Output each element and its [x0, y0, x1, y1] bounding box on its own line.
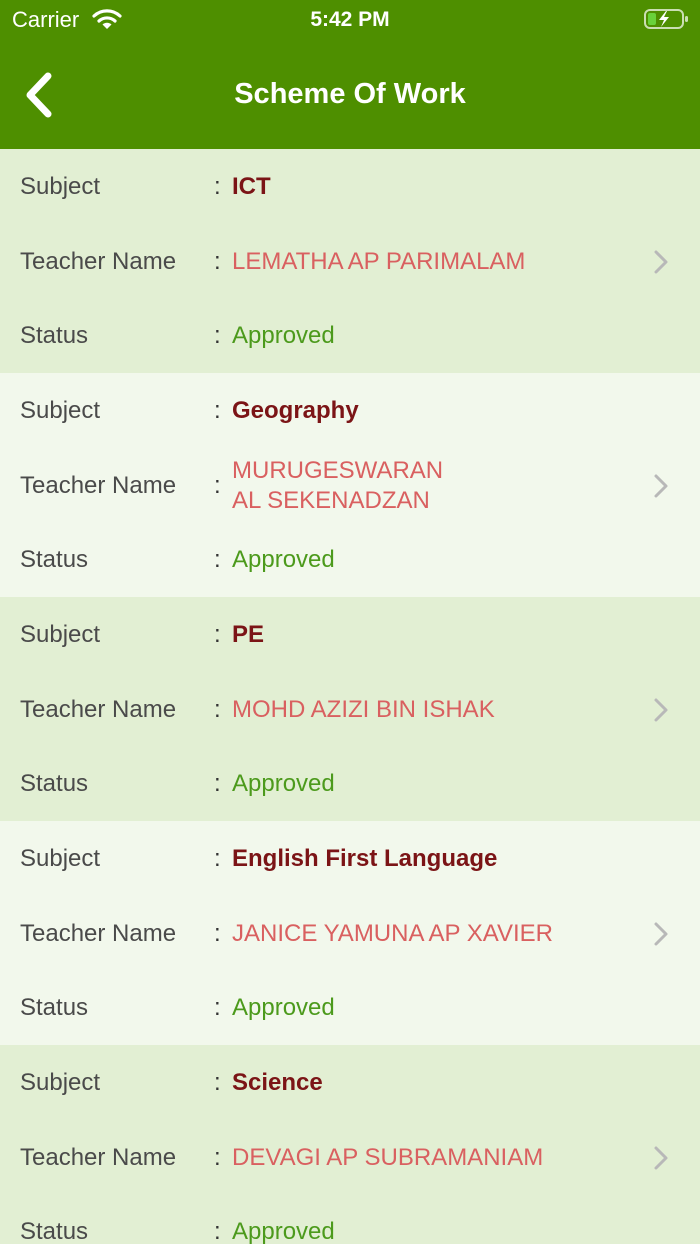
teacher-name-line: AL SEKENADZAN — [232, 487, 430, 514]
chevron-right-icon — [654, 250, 668, 274]
status-time: 5:42 PM — [310, 8, 390, 31]
status-value: Approved — [232, 546, 335, 573]
scheme-of-work-screen: Carrier 5:42 PM Scheme Of Work Subject: I… — [0, 0, 700, 1244]
separator-colon: : — [214, 322, 221, 349]
status-label: Status — [20, 546, 89, 573]
separator-colon: : — [214, 845, 221, 872]
teacher-value: LEMATHA AP PARIMALAM — [232, 247, 632, 277]
scheme-list-item[interactable]: Subject: Geography Teacher Name: MURUGESWAR… — [0, 373, 700, 597]
page-title: Scheme Of Work — [234, 78, 466, 110]
teacher-value: MOHD AZIZI BIN ISHAK — [232, 695, 632, 725]
top-bar: Carrier 5:42 PM Scheme Of Work — [0, 0, 700, 149]
teacher-name-line: LEMATHA AP PARIMALAM — [232, 248, 526, 275]
nav-bar: Scheme Of Work — [0, 40, 700, 149]
status-value: Approved — [232, 994, 335, 1021]
status-value: Approved — [232, 1218, 335, 1244]
battery-charging-icon — [644, 9, 688, 29]
subject-label: Subject — [20, 173, 101, 200]
teacher-name-line: MOHD AZIZI BIN ISHAK — [232, 696, 495, 723]
status-label: Status — [20, 994, 89, 1021]
teacher-name-line: MURUGESWARAN — [232, 457, 444, 484]
teacher-name-line: DEVAGI AP SUBRAMANIAM — [232, 1144, 544, 1171]
separator-colon: : — [214, 397, 221, 424]
subject-label: Subject — [20, 845, 101, 872]
chevron-right-icon — [654, 698, 668, 722]
status-label: Status — [20, 322, 89, 349]
scheme-list-item[interactable]: Subject: Science Teacher Name: DEVAGI AP SU… — [0, 1045, 700, 1244]
separator-colon: : — [214, 1218, 221, 1244]
teacher-label: Teacher Name — [20, 920, 177, 947]
separator-colon: : — [214, 994, 221, 1021]
status-value: Approved — [232, 770, 335, 797]
status-label: Status — [20, 1218, 89, 1244]
scheme-list-item[interactable]: Subject: PE Teacher Name: MOHD AZIZI BIN IS… — [0, 597, 700, 821]
subject-value: ICT — [232, 173, 271, 200]
separator-colon: : — [214, 472, 221, 499]
separator-colon: : — [214, 173, 221, 200]
teacher-value: MURUGESWARAN AL SEKENADZAN — [232, 456, 632, 516]
chevron-right-icon — [654, 1146, 668, 1170]
separator-colon: : — [214, 920, 221, 947]
teacher-label: Teacher Name — [20, 472, 177, 499]
subject-value: Science — [232, 1069, 323, 1096]
teacher-value: DEVAGI AP SUBRAMANIAM — [232, 1143, 632, 1173]
separator-colon: : — [214, 1069, 221, 1096]
subject-label: Subject — [20, 1069, 101, 1096]
scheme-list-item[interactable]: Subject: ICT Teacher Name: LEMATHA AP PARIM… — [0, 149, 700, 373]
teacher-label: Teacher Name — [20, 1144, 177, 1171]
chevron-right-icon — [654, 922, 668, 946]
subject-value: Geography — [232, 397, 359, 424]
separator-colon: : — [214, 696, 221, 723]
subject-value: English First Language — [232, 845, 498, 872]
separator-colon: : — [214, 1144, 221, 1171]
scheme-list-item[interactable]: Subject: English First Language Teacher Na… — [0, 821, 700, 1045]
separator-colon: : — [214, 621, 221, 648]
chevron-right-icon — [654, 474, 668, 498]
separator-colon: : — [214, 546, 221, 573]
subject-label: Subject — [20, 621, 101, 648]
subject-value: PE — [232, 621, 265, 648]
teacher-label: Teacher Name — [20, 248, 177, 275]
status-label: Status — [20, 770, 89, 797]
separator-colon: : — [214, 248, 221, 275]
separator-colon: : — [214, 770, 221, 797]
teacher-name-line: JANICE YAMUNA AP XAVIER — [232, 920, 553, 947]
subject-label: Subject — [20, 397, 101, 424]
status-value: Approved — [232, 322, 335, 349]
status-bar: Carrier 5:42 PM — [0, 0, 700, 40]
scheme-list: Subject: ICT Teacher Name: LEMATHA AP PARIM… — [0, 149, 700, 1244]
teacher-label: Teacher Name — [20, 696, 177, 723]
teacher-value: JANICE YAMUNA AP XAVIER — [232, 919, 632, 949]
